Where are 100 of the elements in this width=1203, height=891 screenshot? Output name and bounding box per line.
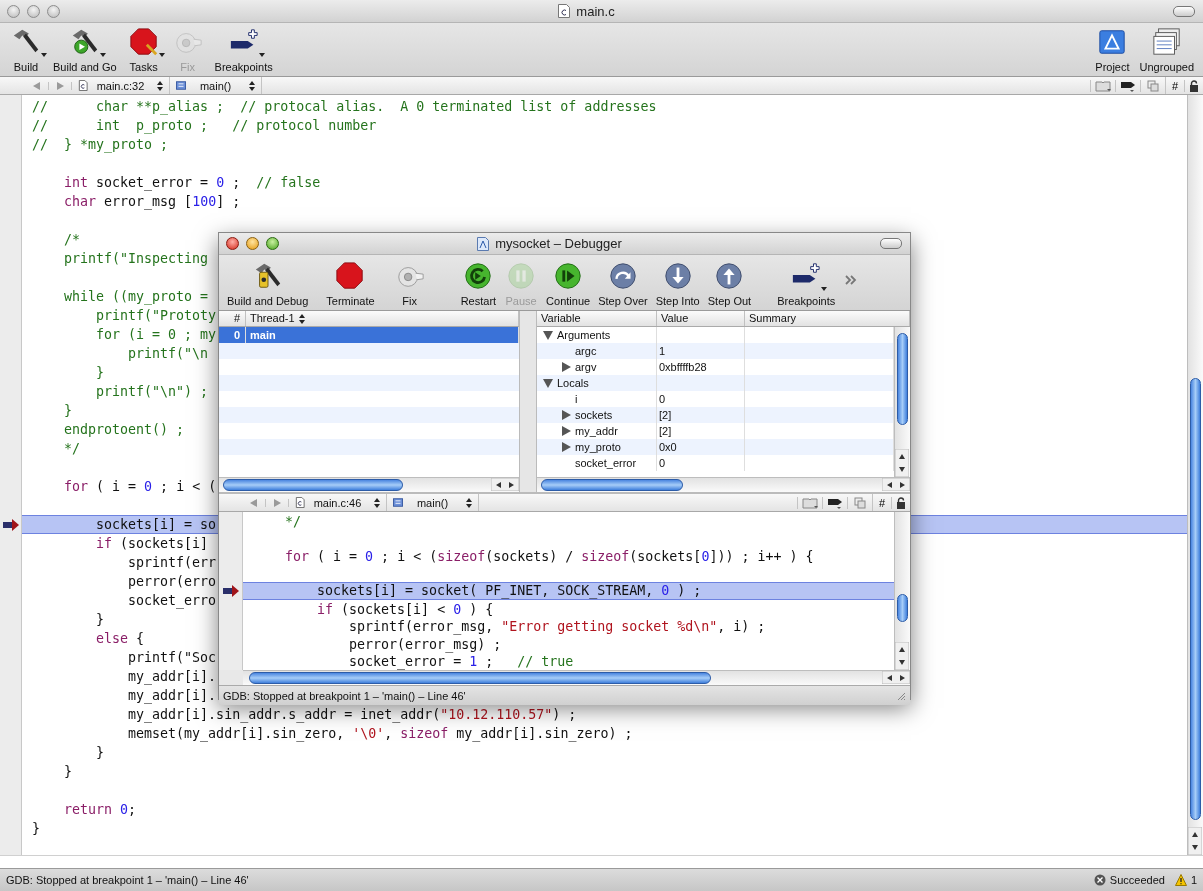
file-popup[interactable]: main.c:46 xyxy=(289,494,387,511)
code-line: } xyxy=(95,612,105,627)
scroll-thumb[interactable] xyxy=(249,672,711,684)
toolbar-button[interactable]: Continue xyxy=(542,261,595,307)
horizontal-scrollbar[interactable] xyxy=(219,477,519,492)
horizontal-scrollbar[interactable] xyxy=(537,477,910,492)
disclosure-triangle-icon[interactable] xyxy=(561,442,571,452)
zoom-button[interactable] xyxy=(47,4,60,18)
toolbar-button[interactable]: Project xyxy=(1090,27,1135,73)
code-line: if (sockets[i] < 0 ) { xyxy=(316,601,494,617)
table-cell-text: argc xyxy=(574,344,597,359)
vertical-scrollbar[interactable] xyxy=(894,327,910,477)
scroll-thumb[interactable] xyxy=(897,333,908,425)
toolbar-toggle-button[interactable] xyxy=(1173,5,1195,17)
function-popup[interactable]: main() xyxy=(170,77,262,94)
file-popup[interactable]: main.c:32 xyxy=(72,77,170,94)
column-header[interactable]: Variable xyxy=(537,311,657,326)
code-line: // char **p_alias ; // protocal alias. A 0 terminated list of addresses xyxy=(32,99,657,114)
table-cell-text: 0x0 xyxy=(658,440,677,455)
scroll-arrows-icon[interactable] xyxy=(1188,827,1202,855)
build-result: Succeeded xyxy=(1109,874,1165,886)
code-line: for (i = 0 ; my xyxy=(95,327,217,342)
toolbar-button[interactable]: Step Into xyxy=(651,261,704,307)
scroll-arrows-icon[interactable] xyxy=(895,642,909,670)
disclosure-triangle-icon[interactable] xyxy=(543,330,553,340)
table-cell-text: my_proto xyxy=(574,440,621,455)
code-line: sprintf(err xyxy=(127,555,217,570)
close-button[interactable] xyxy=(226,237,239,250)
scroll-thumb[interactable] xyxy=(1190,378,1201,820)
toolbar-button[interactable]: Build and Go xyxy=(48,27,122,73)
code-line: my_addr[i]. xyxy=(127,669,217,684)
stop-sign-icon xyxy=(128,27,159,57)
scroll-thumb[interactable] xyxy=(541,479,683,491)
toolbar-button[interactable]: Breakpoints xyxy=(209,27,278,73)
toolbar-button[interactable]: Step Over xyxy=(594,261,652,307)
vertical-scrollbar[interactable] xyxy=(894,512,910,670)
code-line: for ( i = 0 ; i < (sizeof(sockets) / sizeof(sockets[0])) ; i++ ) { xyxy=(284,549,814,564)
code-line: } xyxy=(95,365,105,380)
function-popup[interactable]: main() xyxy=(387,494,479,511)
code-line: return 0; xyxy=(63,802,137,817)
status-text: GDB: Stopped at breakpoint 1 – 'main() – Line 46' xyxy=(6,874,249,886)
document-icon xyxy=(558,4,571,18)
toolbar-button[interactable]: Ungrouped xyxy=(1134,27,1199,73)
zoom-button[interactable] xyxy=(266,237,279,250)
toolbar-button[interactable]: Step Out xyxy=(703,261,756,307)
resize-grip-icon[interactable] xyxy=(896,690,906,701)
step-over-icon xyxy=(607,261,638,291)
code-line: printf("\n xyxy=(127,346,209,361)
table-cell-text: 0xbffffb28 xyxy=(658,360,707,375)
scroll-thumb[interactable] xyxy=(897,594,908,622)
toolbar-button[interactable]: Fix xyxy=(388,261,431,307)
restart-icon xyxy=(463,261,494,291)
up-down-arrow-icon xyxy=(249,80,255,91)
column-header[interactable]: # xyxy=(219,311,246,326)
code-line: */ xyxy=(284,514,302,529)
column-header[interactable]: Value xyxy=(657,311,745,326)
toolbar-button[interactable]: Tasks xyxy=(121,27,166,73)
stop-sign-icon xyxy=(335,261,366,291)
scroll-arrows-icon[interactable] xyxy=(882,478,910,491)
overflow-chevron-icon[interactable] xyxy=(845,275,858,285)
toolbar-button[interactable]: Restart xyxy=(456,261,501,307)
disclosure-triangle-icon[interactable] xyxy=(561,410,571,420)
toolbar-button[interactable]: Build and Debug xyxy=(223,261,313,307)
c-file-icon xyxy=(78,80,88,91)
disclosure-triangle-icon[interactable] xyxy=(561,426,571,436)
code-line: printf("Inspecting xyxy=(63,251,209,266)
disclosure-triangle-icon[interactable] xyxy=(561,362,571,372)
function-icon xyxy=(393,497,403,508)
continue-icon xyxy=(553,261,584,291)
table-cell-text: 1 xyxy=(658,344,666,359)
symbol-menu[interactable]: # xyxy=(1164,77,1184,94)
toolbar-button[interactable]: Build xyxy=(4,27,48,73)
disclosure-triangle-icon[interactable] xyxy=(543,378,553,388)
scroll-arrows-icon[interactable] xyxy=(895,449,909,477)
table-cell-text: sockets xyxy=(574,408,613,423)
scroll-thumb[interactable] xyxy=(223,479,403,491)
toolbar-button[interactable]: Breakpoints xyxy=(773,261,840,307)
column-header[interactable]: Summary xyxy=(745,311,910,326)
code-line: printf("Soc xyxy=(127,650,217,665)
minimize-button[interactable] xyxy=(27,4,40,18)
symbol-menu[interactable]: # xyxy=(871,494,891,511)
scroll-arrows-icon[interactable] xyxy=(882,671,910,684)
table-cell-text: 0 xyxy=(658,456,666,471)
minimize-button[interactable] xyxy=(246,237,259,250)
toolbar-button[interactable]: Terminate xyxy=(322,261,379,307)
toolbar-toggle-button[interactable] xyxy=(880,238,902,249)
document-icon xyxy=(477,236,490,251)
stop-circle-icon xyxy=(1093,874,1106,886)
warning-count: 1 xyxy=(1190,874,1197,886)
vertical-scrollbar[interactable] xyxy=(1187,95,1203,855)
code-line: my_addr[i]. xyxy=(127,688,217,703)
c-file-icon xyxy=(295,497,305,508)
code-line: */ xyxy=(63,441,81,456)
horizontal-scrollbar[interactable] xyxy=(243,670,910,685)
code-line: socket_error = 1 ; // true xyxy=(348,654,574,669)
code-line: char error_msg [100] ; xyxy=(63,194,241,209)
arrow-icon xyxy=(222,584,239,597)
scroll-arrows-icon[interactable] xyxy=(491,478,519,491)
code-line: int socket_error = 0 ; // false xyxy=(63,175,321,190)
table-row[interactable]: 0 main xyxy=(219,327,519,343)
